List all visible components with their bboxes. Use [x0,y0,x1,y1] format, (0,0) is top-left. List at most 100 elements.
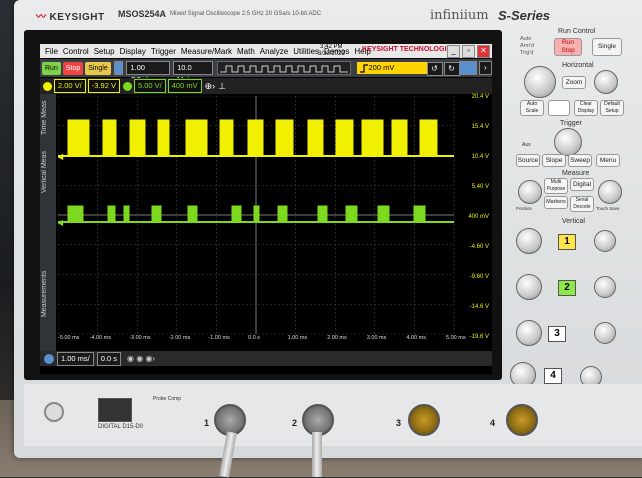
vertical-tick-label: -19.6 V [469,334,489,340]
ch2-button[interactable]: 2 [558,280,576,296]
minimize-icon[interactable]: _ [447,45,460,58]
timebase-field[interactable]: 1.00 ms/ [57,351,94,366]
memory-depth-field[interactable]: 10.0 Mpts [173,61,213,84]
ch1-offset-field[interactable]: -3.92 V [87,79,120,93]
digital-label: DIGITAL D15-D0 [98,424,144,430]
vertical-tick-label: 400 mV [468,214,489,220]
ch2-input-label: 2 [292,418,298,428]
trigger-slope-button[interactable]: Slope [542,154,566,167]
layout-icon[interactable] [459,61,477,75]
menu-math[interactable]: Math [237,47,255,56]
window-controls: _ ▫ ✕ [447,45,490,58]
trigger-source-button[interactable]: Source [516,154,540,167]
undo-icon[interactable]: ↺ [426,62,443,76]
menu-utilities[interactable]: Utilities [293,47,319,56]
ch3-bnc-connector[interactable] [408,404,440,436]
ch1-ground-marker: ◀ [58,152,64,161]
arrow-right-icon[interactable]: › [478,61,492,75]
markers-button[interactable]: Markers [544,196,568,209]
delay-field[interactable]: 0.0 s [96,351,122,366]
default-setup-button[interactable]: Default Setup [600,100,624,116]
horizontal-scale-knob[interactable] [524,66,556,98]
position-knob[interactable] [518,180,542,204]
ch3-scale-knob[interactable] [516,320,542,346]
blank-button[interactable] [548,100,570,116]
trigd-label: Trig'd [520,50,534,56]
vertical-tick-label: -9.60 V [469,274,489,280]
single-button[interactable]: Single [85,61,111,75]
ch1-scale-field[interactable]: 2.00 V/ [54,79,86,93]
ch4-input-label: 4 [490,418,496,428]
trigger-sweep-button[interactable]: Sweep [568,154,592,167]
ch4-bnc-connector[interactable] [506,404,538,436]
control-panel: Run Control Auto Arm'd Trig'd Run Stop S… [510,22,628,392]
position-label: Position [516,206,533,211]
acquisition-icon[interactable] [113,61,124,75]
overview-trace-icon [219,65,348,73]
touch-save-label: Touch Save [596,206,620,211]
serial-decode-button[interactable]: Serial Decode [570,196,594,212]
menu-display[interactable]: Display [120,47,146,56]
probe-comp-label: Probe Comp [153,396,182,402]
single-panel-button[interactable]: Single [592,38,622,56]
ch2-scale-field[interactable]: 5.00 V/ [133,79,166,93]
clear-display-button[interactable]: Clear Display [574,100,598,116]
ch4-button[interactable]: 4 [544,368,562,384]
tab-time-meas[interactable]: Time Meas [41,98,55,138]
pin-icon[interactable]: ⊥ [218,81,226,92]
sample-rate-field[interactable]: 1.00 GSa/s [126,61,171,84]
trigger-edge-icon [359,64,368,73]
multi-purpose-button[interactable]: Multi Purpose [544,178,568,194]
stop-button[interactable]: Stop [62,61,84,75]
ch2-indicator-icon[interactable] [122,81,132,91]
timebase-icon[interactable] [44,353,54,364]
vertical-tick-label: -14.6 V [469,304,489,310]
redo-icon[interactable]: ↻ [443,62,460,76]
menu-analyze[interactable]: Analyze [260,47,288,56]
ch2-offset-field[interactable]: 400 mV [167,79,202,93]
screen: File Control Setup Display Trigger Measu… [40,44,492,374]
waveform-plot[interactable]: ◀ ◀ [58,96,472,348]
horizontal-tick-label: -4.00 ms [89,335,111,341]
ch3-button[interactable]: 3 [548,326,566,342]
touch-knob[interactable] [598,180,622,204]
trigger-menu-button[interactable]: Menu [596,154,620,167]
zoom-button[interactable]: Zoom [562,76,586,89]
model-number: MSOS254A [118,9,167,19]
ch3-offset-knob[interactable] [594,322,616,344]
more-channels-icon[interactable]: ⊕› [205,81,216,92]
run-button[interactable]: Run [42,61,61,75]
waveform-overview-icon[interactable] [216,61,351,75]
ch1-indicator-icon[interactable] [43,81,52,91]
model-specs: Mixed Signal Oscilloscope 2.5 GHz 20 GSa… [170,11,322,17]
zoom-controls-icon[interactable]: ◉ ◉ ◉› [127,354,155,363]
ch1-input-label: 1 [204,418,210,428]
ch1-scale-knob[interactable] [516,228,542,254]
power-button[interactable] [44,402,64,422]
menu-file[interactable]: File [45,47,58,56]
menu-control[interactable]: Control [63,47,89,56]
tab-vertical-meas[interactable]: Vertical Meas [41,142,55,202]
tab-measurements[interactable]: Measurements [41,254,55,334]
digital-button[interactable]: Digital [570,178,594,191]
auto-scale-button[interactable]: Auto Scale [520,100,544,116]
auto-label: Auto [520,36,532,42]
horizontal-position-knob[interactable] [594,70,618,94]
menu-trigger[interactable]: Trigger [151,47,176,56]
ch2-offset-knob[interactable] [594,276,616,298]
menu-setup[interactable]: Setup [94,47,115,56]
menu-measure-mark[interactable]: Measure/Mark [181,47,232,56]
horizontal-tick-label: 3.00 ms [366,335,387,341]
trigger-level-knob[interactable] [554,128,582,156]
ch1-offset-knob[interactable] [594,230,616,252]
clock: 3:42 PM 3/30/2022 [318,44,345,58]
close-icon[interactable]: ✕ [477,45,490,58]
ch1-button[interactable]: 1 [558,234,576,250]
digital-connector[interactable] [98,398,132,422]
trigger-area: 200 mV ↺ ↻ [351,59,460,77]
run-stop-button[interactable]: Run Stop [554,38,582,56]
ch2-scale-knob[interactable] [516,274,542,300]
menubar: File Control Setup Display Trigger Measu… [40,44,492,58]
product-series: S-Series [498,8,551,23]
restore-icon[interactable]: ▫ [462,45,475,58]
